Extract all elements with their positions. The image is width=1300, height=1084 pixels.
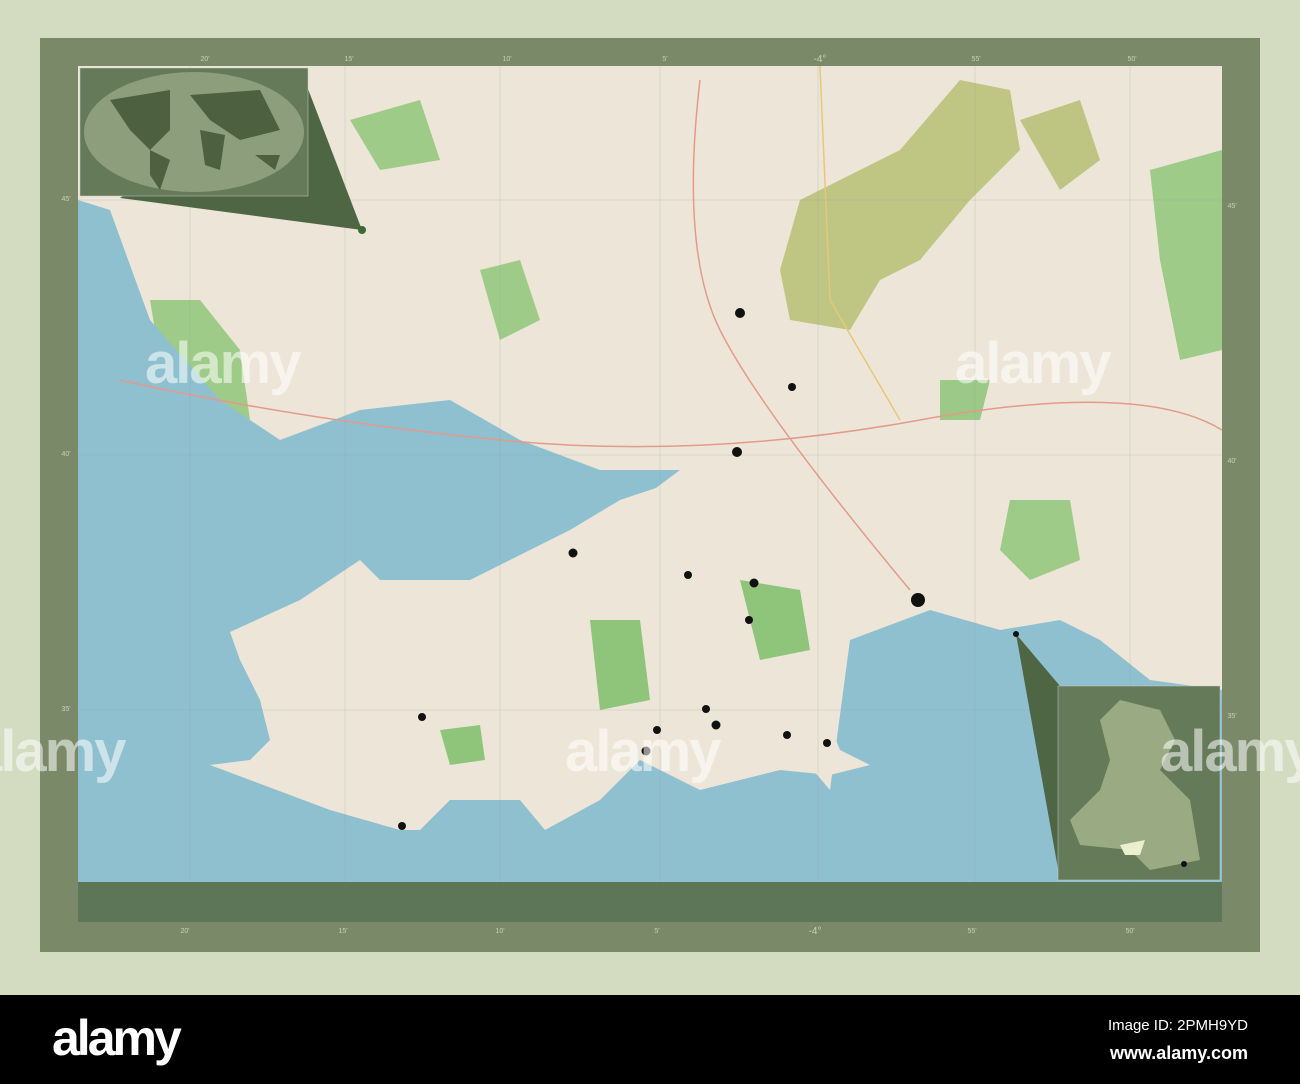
alamy-logo: alamy [52, 1010, 182, 1066]
watermark: alamy [565, 719, 721, 784]
top-tick: 15' [344, 56, 354, 63]
bottom-tick: 5' [654, 928, 660, 935]
footer-bar: alamy Image ID: 2PMH9YD www.alamy.com [0, 995, 1300, 1084]
left-tick: 40' [61, 451, 71, 458]
top-tick: 55' [971, 56, 981, 63]
bottom-tick: 15' [338, 928, 348, 935]
top-tick: 10' [502, 56, 512, 63]
left-tick: 45' [61, 196, 71, 203]
watermark: alamy [0, 719, 126, 784]
bottom-strip [78, 882, 1222, 922]
bottom-tick: 50' [1125, 928, 1135, 935]
watermark: alamy [1160, 719, 1300, 784]
watermark: alamy [955, 331, 1111, 396]
right-tick: 40' [1227, 458, 1237, 465]
right-tick: 45' [1227, 203, 1237, 210]
bottom-tick: 10' [495, 928, 505, 935]
top-tick: -4° [813, 54, 827, 65]
image-id: Image ID: 2PMH9YD [1107, 1017, 1248, 1034]
left-tick: 35' [61, 706, 71, 713]
top-tick: 5' [662, 56, 668, 63]
bottom-tick: -4° [808, 926, 822, 937]
world-inset-marker [358, 226, 366, 234]
top-tick: 50' [1127, 56, 1137, 63]
top-tick: 20' [200, 56, 210, 63]
site-url: www.alamy.com [1109, 1043, 1248, 1063]
watermark: alamy [145, 331, 301, 396]
bottom-tick: 20' [180, 928, 190, 935]
bottom-tick: 55' [967, 928, 977, 935]
map [40, 38, 1260, 952]
